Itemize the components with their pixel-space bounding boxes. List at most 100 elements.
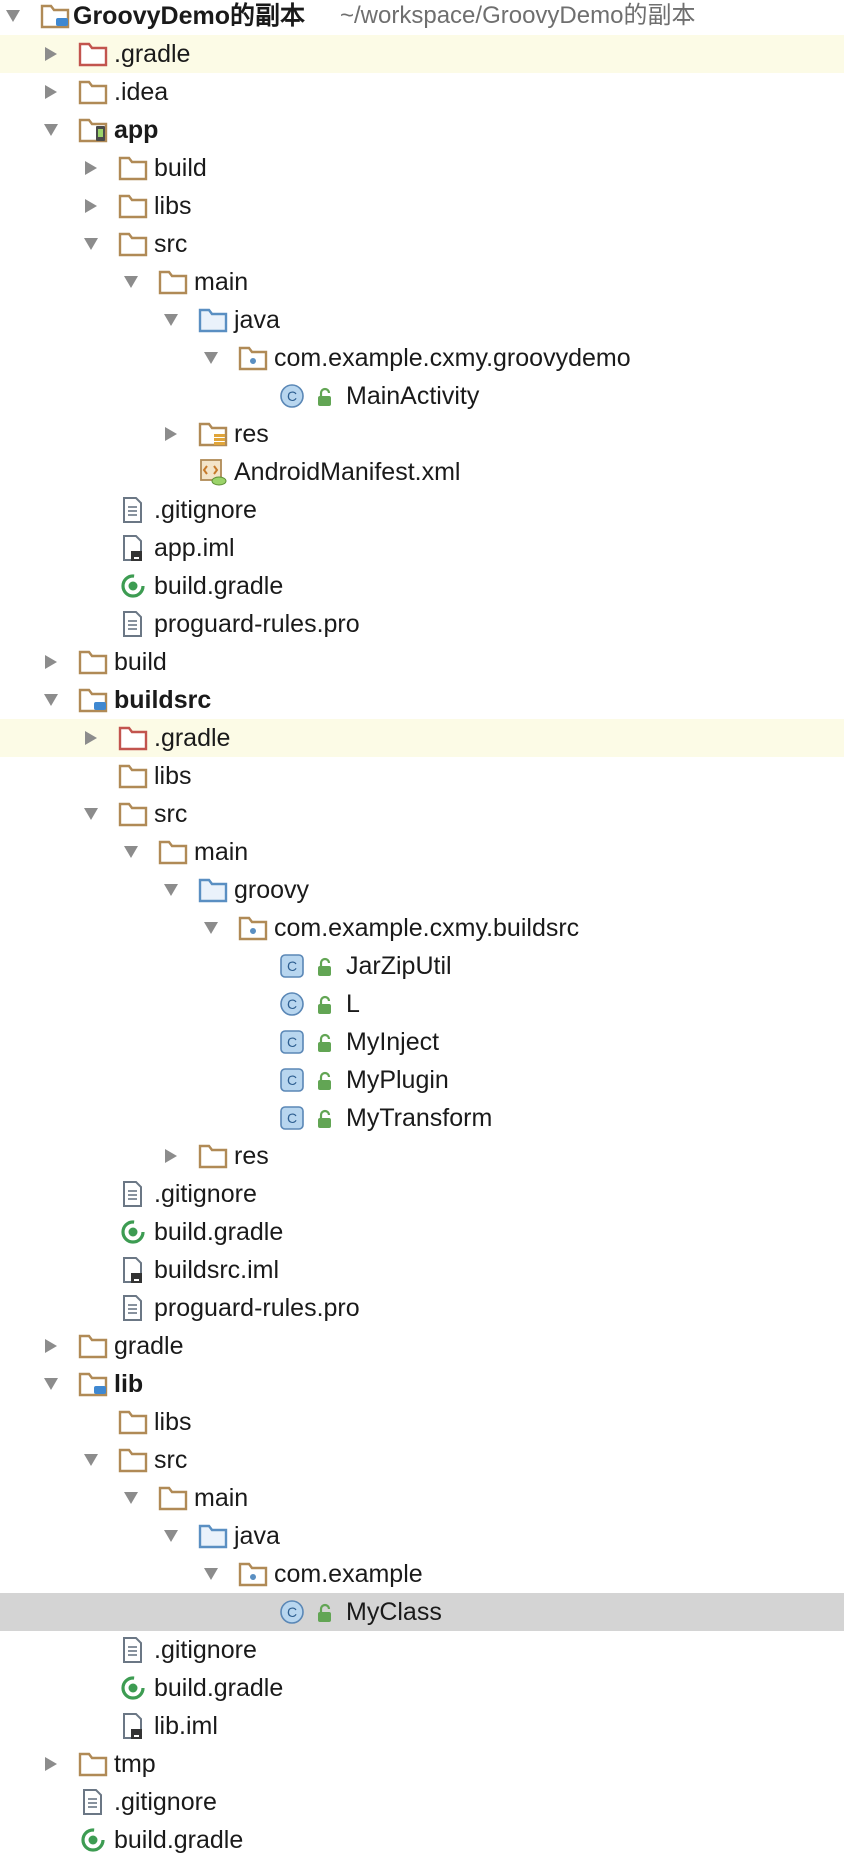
- tree-row[interactable]: main: [0, 263, 844, 301]
- expand-arrow-icon[interactable]: [40, 689, 62, 711]
- collapse-arrow-icon[interactable]: [40, 1753, 62, 1775]
- tree-row[interactable]: build: [0, 149, 844, 187]
- tree-row[interactable]: .idea: [0, 73, 844, 111]
- collapse-arrow-icon[interactable]: [160, 423, 182, 445]
- tree-row[interactable]: res: [0, 415, 844, 453]
- gradle-folder-icon: [118, 724, 148, 752]
- tree-row[interactable]: main: [0, 833, 844, 871]
- tree-row[interactable]: buildsrc.iml: [0, 1251, 844, 1289]
- tree-row[interactable]: res: [0, 1137, 844, 1175]
- class-icon: C: [278, 382, 308, 410]
- tree-item-label: libs: [154, 762, 192, 790]
- tree-item-label: proguard-rules.pro: [154, 1294, 360, 1322]
- expand-arrow-icon[interactable]: [40, 1373, 62, 1395]
- android-module-icon: [78, 116, 108, 144]
- tree-row[interactable]: java: [0, 301, 844, 339]
- expand-arrow-icon[interactable]: [120, 271, 142, 293]
- tree-row[interactable]: C JarZipUtil: [0, 947, 844, 985]
- lock-icon: [316, 387, 334, 407]
- groovy-class-icon: C: [278, 952, 308, 980]
- tree-row[interactable]: libs: [0, 757, 844, 795]
- folder-icon: [118, 192, 148, 220]
- tree-row[interactable]: java: [0, 1517, 844, 1555]
- tree-row[interactable]: CL: [0, 985, 844, 1023]
- package-icon: [238, 914, 268, 942]
- tree-row[interactable]: libs: [0, 1403, 844, 1441]
- tree-row[interactable]: lib: [0, 1365, 844, 1403]
- tree-row[interactable]: src: [0, 795, 844, 833]
- project-tree: GroovyDemo的副本 ~/workspace/GroovyDemo的副本 …: [0, 0, 844, 1854]
- tree-item-label: .gradle: [114, 40, 191, 68]
- expand-arrow-icon[interactable]: [2, 5, 24, 27]
- tree-row-root[interactable]: GroovyDemo的副本 ~/workspace/GroovyDemo的副本: [0, 0, 844, 35]
- collapse-arrow-icon[interactable]: [40, 1335, 62, 1357]
- tree-row[interactable]: main: [0, 1479, 844, 1517]
- tree-row[interactable]: proguard-rules.pro: [0, 605, 844, 643]
- tree-row[interactable]: tmp: [0, 1745, 844, 1783]
- tree-row[interactable]: C MyClass: [0, 1593, 844, 1631]
- module-icon: [78, 686, 108, 714]
- expand-arrow-icon[interactable]: [200, 917, 222, 939]
- expand-arrow-icon[interactable]: [80, 1449, 102, 1471]
- tree-row[interactable]: .gitignore: [0, 1631, 844, 1669]
- tree-row[interactable]: .gradle: [0, 719, 844, 757]
- tree-item-label: L: [346, 990, 360, 1018]
- collapse-arrow-icon[interactable]: [80, 195, 102, 217]
- tree-row[interactable]: .gitignore: [0, 1175, 844, 1213]
- tree-row[interactable]: C MyPlugin: [0, 1061, 844, 1099]
- collapse-arrow-icon[interactable]: [40, 43, 62, 65]
- tree-row[interactable]: libs: [0, 187, 844, 225]
- tree-row[interactable]: com.example.cxmy.groovydemo: [0, 339, 844, 377]
- expand-arrow-icon[interactable]: [80, 233, 102, 255]
- collapse-arrow-icon[interactable]: [80, 727, 102, 749]
- tree-row[interactable]: build: [0, 643, 844, 681]
- tree-item-label: build.gradle: [114, 1826, 244, 1854]
- collapse-arrow-icon[interactable]: [80, 157, 102, 179]
- expand-arrow-icon[interactable]: [40, 119, 62, 141]
- tree-row[interactable]: com.example.cxmy.buildsrc: [0, 909, 844, 947]
- expand-arrow-icon[interactable]: [120, 841, 142, 863]
- tree-row[interactable]: src: [0, 225, 844, 263]
- tree-item-label: lib: [114, 1370, 144, 1398]
- tree-row[interactable]: com.example: [0, 1555, 844, 1593]
- tree-row[interactable]: build.gradle: [0, 1669, 844, 1707]
- expand-arrow-icon[interactable]: [120, 1487, 142, 1509]
- folder-icon: [198, 1142, 228, 1170]
- tree-row[interactable]: C MyTransform: [0, 1099, 844, 1137]
- tree-row[interactable]: AndroidManifest.xml: [0, 453, 844, 491]
- tree-item-label: .gitignore: [154, 496, 257, 524]
- tree-row[interactable]: app.iml: [0, 529, 844, 567]
- tree-item-label: com.example: [274, 1560, 423, 1588]
- expand-arrow-icon[interactable]: [200, 347, 222, 369]
- tree-row[interactable]: app: [0, 111, 844, 149]
- tree-row[interactable]: .gradle: [0, 35, 844, 73]
- tree-item-label: tmp: [114, 1750, 156, 1778]
- project-path: ~/workspace/GroovyDemo的副本: [340, 2, 696, 29]
- groovy-class-icon: C: [278, 1104, 308, 1132]
- expand-arrow-icon[interactable]: [80, 803, 102, 825]
- tree-row[interactable]: C MainActivity: [0, 377, 844, 415]
- expand-arrow-icon[interactable]: [160, 1525, 182, 1547]
- collapse-arrow-icon[interactable]: [40, 651, 62, 673]
- tree-row[interactable]: gradle: [0, 1327, 844, 1365]
- tree-row[interactable]: lib.iml: [0, 1707, 844, 1745]
- tree-row[interactable]: build.gradle: [0, 1821, 844, 1859]
- collapse-arrow-icon[interactable]: [40, 81, 62, 103]
- tree-row[interactable]: proguard-rules.pro: [0, 1289, 844, 1327]
- text-file-icon: [118, 496, 148, 524]
- lock-icon: [316, 1109, 334, 1129]
- tree-row[interactable]: src: [0, 1441, 844, 1479]
- tree-row[interactable]: .gitignore: [0, 1783, 844, 1821]
- folder-icon: [78, 78, 108, 106]
- expand-arrow-icon[interactable]: [160, 879, 182, 901]
- tree-item-label: build.gradle: [154, 1674, 284, 1702]
- tree-row[interactable]: buildsrc: [0, 681, 844, 719]
- tree-row[interactable]: .gitignore: [0, 491, 844, 529]
- tree-row[interactable]: groovy: [0, 871, 844, 909]
- expand-arrow-icon[interactable]: [160, 309, 182, 331]
- expand-arrow-icon[interactable]: [200, 1563, 222, 1585]
- tree-row[interactable]: build.gradle: [0, 567, 844, 605]
- tree-row[interactable]: build.gradle: [0, 1213, 844, 1251]
- collapse-arrow-icon[interactable]: [160, 1145, 182, 1167]
- tree-row[interactable]: C MyInject: [0, 1023, 844, 1061]
